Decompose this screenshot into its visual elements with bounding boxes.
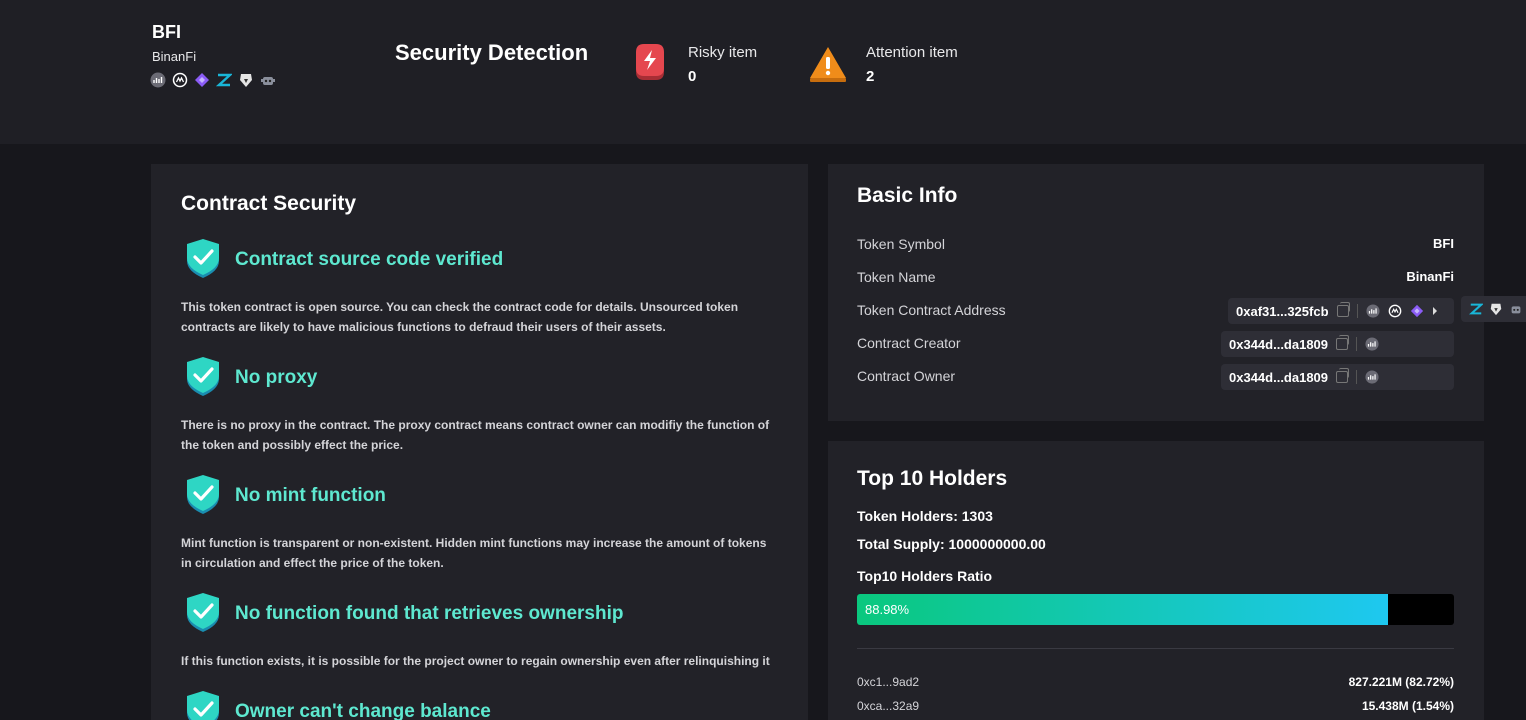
check-title: No proxy bbox=[235, 367, 318, 388]
diamond-icon[interactable] bbox=[194, 72, 210, 88]
info-row-owner: Contract Owner 0x344d...da1809 bbox=[857, 364, 1454, 390]
info-row-name: Token Name BinanFi bbox=[857, 267, 1454, 291]
explorer-icon[interactable] bbox=[1365, 370, 1379, 384]
holder-address[interactable]: 0xca...32a9 bbox=[857, 699, 919, 713]
holders-ratio-text: 88.98% bbox=[865, 602, 910, 617]
basic-info-title: Basic Info bbox=[857, 184, 958, 207]
holders-ratio-fill: 88.98% bbox=[857, 594, 1389, 625]
contract-creator-value[interactable]: 0x344d...da1809 bbox=[1229, 337, 1328, 352]
explorer-icon[interactable] bbox=[1365, 304, 1380, 318]
token-name-label: Token Name bbox=[857, 269, 936, 285]
check-description: This token contract is open source. You … bbox=[181, 300, 739, 334]
check-description: There is no proxy in the contract. The p… bbox=[181, 418, 770, 452]
info-row-address: Token Contract Address 0xaf31...325fcb bbox=[857, 298, 1454, 324]
total-supply: Total Supply: 1000000000.00 bbox=[857, 536, 1046, 552]
contract-owner-value[interactable]: 0x344d...da1809 bbox=[1229, 370, 1328, 385]
contract-creator-box: 0x344d...da1809 bbox=[1221, 331, 1454, 357]
coinmarketcap-icon[interactable] bbox=[1388, 304, 1402, 318]
holder-amount: 15.438M (1.54%) bbox=[1361, 699, 1454, 713]
explorer-icon[interactable] bbox=[150, 72, 166, 88]
check-title: No mint function bbox=[235, 485, 386, 506]
coinmarketcap-icon[interactable] bbox=[172, 72, 188, 88]
separator bbox=[1356, 337, 1358, 351]
page-title: Security Detection bbox=[395, 40, 589, 65]
bot-icon[interactable] bbox=[1509, 302, 1523, 316]
top-holders-panel: Top 10 Holders Token Holders: 1303 Total… bbox=[828, 441, 1484, 720]
bot-icon[interactable] bbox=[260, 72, 276, 88]
info-row-symbol: Token Symbol BFI bbox=[857, 234, 1454, 258]
more-links-popover bbox=[1461, 296, 1526, 322]
token-symbol-value: BFI bbox=[1433, 236, 1454, 251]
shield-check-icon bbox=[185, 357, 221, 397]
risky-item-count: 0 bbox=[688, 68, 697, 85]
separator bbox=[1356, 370, 1358, 384]
holders-ratio-bar: 88.98% bbox=[857, 594, 1454, 625]
chevron-right-icon[interactable] bbox=[1432, 307, 1438, 315]
contract-address-value[interactable]: 0xaf31...325fcb bbox=[1236, 304, 1329, 319]
holder-address[interactable]: 0xc1...9ad2 bbox=[857, 675, 919, 689]
attention-item-label: Attention item bbox=[866, 44, 958, 61]
risky-item-icon bbox=[633, 42, 667, 86]
shield-check-icon bbox=[185, 239, 221, 279]
shield-check-icon bbox=[185, 691, 221, 720]
basic-info-panel: Basic Info Token Symbol BFI Token Name B… bbox=[828, 164, 1484, 421]
check-title: Owner can't change balance bbox=[235, 701, 491, 720]
zapper-icon[interactable] bbox=[1469, 302, 1483, 316]
attention-item-count: 2 bbox=[866, 68, 875, 85]
contract-address-box: 0xaf31...325fcb bbox=[1228, 298, 1454, 324]
contract-security-panel: Contract Security Contract source code v… bbox=[151, 164, 808, 720]
token-name-value: BinanFi bbox=[1406, 269, 1454, 284]
zapper-icon[interactable] bbox=[216, 72, 232, 88]
token-name: BinanFi bbox=[152, 49, 197, 64]
check-description: If this function exists, it is possible … bbox=[181, 654, 770, 668]
attention-item-icon bbox=[808, 44, 848, 84]
token-symbol-label: Token Symbol bbox=[857, 236, 945, 252]
risky-item-label: Risky item bbox=[688, 44, 758, 61]
shield-check-icon bbox=[185, 475, 221, 515]
token-holders-count: Token Holders: 1303 bbox=[857, 508, 993, 524]
lion-icon[interactable] bbox=[238, 72, 254, 88]
contract-owner-label: Contract Owner bbox=[857, 368, 956, 384]
contract-owner-box: 0x344d...da1809 bbox=[1221, 364, 1454, 390]
holder-row[interactable]: 0xca...32a9 15.438M (1.54%) bbox=[857, 699, 1454, 717]
info-row-creator: Contract Creator 0x344d...da1809 bbox=[857, 331, 1454, 357]
check-description: Mint function is transparent or non-exis… bbox=[181, 536, 767, 570]
top-holders-title: Top 10 Holders bbox=[857, 467, 1008, 490]
explorer-icon[interactable] bbox=[1365, 337, 1379, 351]
holder-row[interactable]: 0xc1...9ad2 827.221M (82.72%) bbox=[857, 675, 1454, 693]
diamond-icon[interactable] bbox=[1410, 304, 1424, 318]
holder-amount: 827.221M (82.72%) bbox=[1348, 675, 1454, 689]
token-symbol: BFI bbox=[152, 22, 181, 42]
check-title: No function found that retrieves ownersh… bbox=[235, 603, 624, 624]
contract-security-title: Contract Security bbox=[181, 192, 357, 215]
lion-icon[interactable] bbox=[1489, 302, 1503, 316]
contract-creator-label: Contract Creator bbox=[857, 335, 961, 351]
separator bbox=[1356, 304, 1358, 318]
copy-icon[interactable] bbox=[1336, 335, 1350, 350]
token-link-icons bbox=[150, 72, 276, 88]
divider bbox=[857, 648, 1454, 649]
check-title: Contract source code verified bbox=[235, 249, 504, 270]
copy-icon[interactable] bbox=[1336, 302, 1350, 317]
shield-check-icon bbox=[185, 593, 221, 633]
header: BFI BinanFi Security Detection Risky ite… bbox=[0, 0, 1526, 144]
contract-address-label: Token Contract Address bbox=[857, 302, 1006, 318]
copy-icon[interactable] bbox=[1336, 368, 1350, 383]
holders-ratio-label: Top10 Holders Ratio bbox=[857, 568, 993, 584]
